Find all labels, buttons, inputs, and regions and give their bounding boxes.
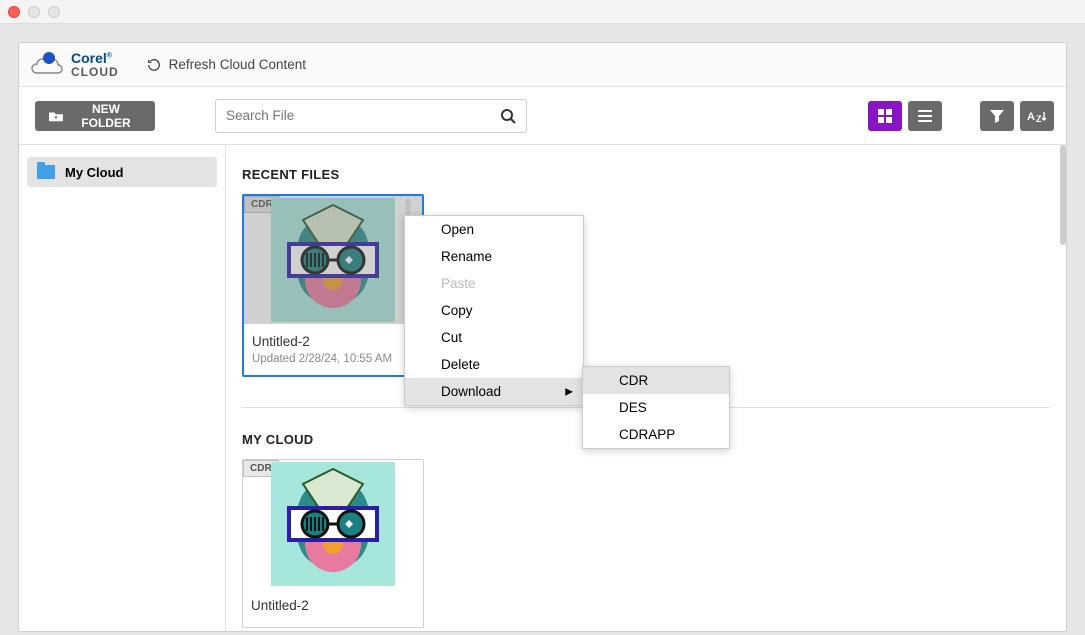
file-options-button[interactable]: ⋮	[400, 200, 416, 216]
section-title-recent: RECENT FILES	[242, 167, 1050, 182]
sidebar: My Cloud	[19, 145, 226, 631]
search-input[interactable]	[226, 108, 500, 123]
ctx-open[interactable]: Open	[405, 216, 583, 243]
search-field[interactable]	[215, 99, 527, 133]
grid-view-button[interactable]	[868, 101, 902, 131]
filter-button[interactable]	[980, 101, 1014, 131]
grid-icon	[877, 108, 893, 124]
list-view-button[interactable]	[908, 101, 942, 131]
brand-name: Corel	[71, 50, 107, 66]
folder-icon	[37, 165, 55, 179]
window-close-button[interactable]	[8, 6, 20, 18]
toolbar: NEW FOLDER AZ	[19, 87, 1066, 145]
app-header: Corel® CLOUD Refresh Cloud Content	[19, 43, 1066, 87]
file-card[interactable]: CDR	[242, 459, 424, 628]
artwork-icon	[271, 198, 395, 322]
file-name: Untitled-2	[251, 598, 415, 613]
window-titlebar	[0, 0, 1085, 24]
svg-text:A: A	[1027, 111, 1035, 123]
folder-plus-icon	[49, 110, 63, 122]
svg-text:Z: Z	[1036, 114, 1042, 124]
ctx-rename[interactable]: Rename	[405, 243, 583, 270]
window-maximize-button[interactable]	[48, 6, 60, 18]
ctx-download-cdrapp[interactable]: CDRAPP	[583, 421, 729, 448]
file-thumbnail: CDR ⋮	[244, 196, 422, 324]
new-folder-button[interactable]: NEW FOLDER	[35, 101, 155, 131]
artwork-icon	[271, 462, 395, 586]
brand-sub: CLOUD	[71, 65, 119, 79]
refresh-label: Refresh Cloud Content	[169, 57, 306, 72]
ctx-delete[interactable]: Delete	[405, 351, 583, 378]
sidebar-item-my-cloud[interactable]: My Cloud	[27, 157, 217, 187]
refresh-icon	[147, 58, 161, 72]
ctx-download-des[interactable]: DES	[583, 394, 729, 421]
list-icon	[917, 108, 933, 124]
window-minimize-button[interactable]	[28, 6, 40, 18]
ctx-download-cdr[interactable]: CDR	[583, 367, 729, 394]
file-name: Untitled-2	[252, 334, 414, 349]
context-menu: Open Rename Paste Copy Cut Delete Downlo…	[404, 215, 584, 406]
chevron-right-icon: ▶	[565, 386, 573, 397]
ctx-download-label: Download	[441, 384, 501, 399]
ctx-cut[interactable]: Cut	[405, 324, 583, 351]
filter-icon	[989, 108, 1005, 124]
file-type-badge: CDR	[244, 196, 280, 213]
sort-az-icon: AZ	[1027, 108, 1047, 124]
ctx-download[interactable]: Download ▶ CDR DES CDRAPP	[405, 378, 583, 405]
app-window: Corel® CLOUD Refresh Cloud Content NEW F…	[18, 42, 1067, 632]
sidebar-item-label: My Cloud	[65, 165, 124, 180]
brand-logo: Corel® CLOUD	[31, 51, 119, 79]
recent-files-section: RECENT FILES CDR ⋮	[242, 167, 1050, 377]
my-cloud-section: MY CLOUD CDR	[242, 432, 1050, 628]
file-card[interactable]: CDR ⋮	[242, 194, 424, 377]
ctx-paste: Paste	[405, 270, 583, 297]
search-icon[interactable]	[500, 108, 516, 124]
new-folder-label: NEW FOLDER	[71, 102, 141, 130]
cloud-balloon-icon	[31, 51, 65, 79]
file-updated: Updated 2/28/24, 10:55 AM	[252, 353, 414, 365]
file-thumbnail: CDR	[243, 460, 423, 588]
ctx-copy[interactable]: Copy	[405, 297, 583, 324]
scrollbar[interactable]	[1060, 145, 1066, 245]
sort-button[interactable]: AZ	[1020, 101, 1054, 131]
download-submenu: CDR DES CDRAPP	[582, 366, 730, 449]
refresh-button[interactable]: Refresh Cloud Content	[147, 57, 306, 72]
content-area: RECENT FILES CDR ⋮	[226, 145, 1066, 631]
